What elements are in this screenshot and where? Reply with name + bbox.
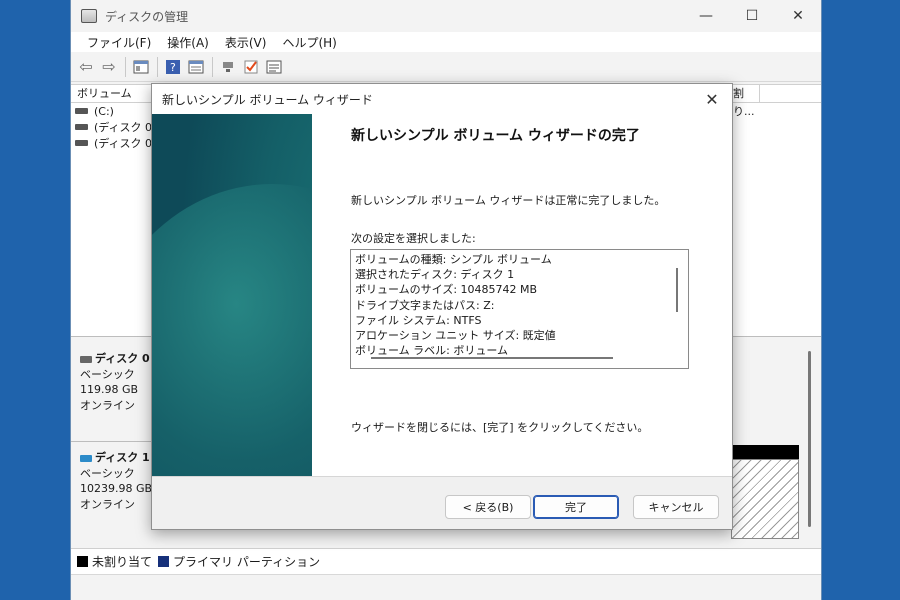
settings-line: ファイル システム: NTFS	[355, 313, 482, 327]
back-arrow-icon[interactable]: ⇦	[75, 56, 97, 78]
settings-line: アロケーション ユニット サイズ: 既定値	[355, 329, 556, 343]
drive-icon	[75, 124, 88, 130]
unallocated-swatch	[77, 556, 88, 567]
maximize-button[interactable]: ☐	[729, 0, 775, 32]
legend-primary: プライマリ パーティション	[173, 555, 321, 569]
dialog-title: 新しいシンプル ボリューム ウィザード	[162, 92, 373, 107]
settings-line: ドライブ文字またはパス: Z:	[355, 298, 495, 312]
wizard-content: 新しいシンプル ボリューム ウィザードの完了 新しいシンプル ボリューム ウィザ…	[313, 114, 732, 476]
legend-unallocated: 未割り当て	[92, 555, 153, 569]
dialog-title-bar: 新しいシンプル ボリューム ウィザード ✕	[152, 84, 732, 114]
settings-vertical-scrollbar[interactable]	[676, 268, 678, 312]
menu-bar: ファイル(F) 操作(A) 表示(V) ヘルプ(H)	[71, 32, 821, 52]
disk-management-icon	[81, 9, 97, 23]
svg-text:?: ?	[170, 61, 176, 74]
disk-1-label[interactable]: ディスク 1 ベーシック 10239.98 GB オンライン	[71, 441, 153, 547]
wizard-banner-image	[152, 114, 312, 476]
unallocated-partition-header	[731, 445, 799, 459]
disk-icon	[80, 454, 92, 462]
primary-partition-swatch	[158, 556, 170, 567]
disk-0-label[interactable]: ディスク 0 ベーシック 119.98 GB オンライン	[71, 343, 153, 437]
window-title: ディスクの管理	[105, 9, 189, 24]
new-simple-volume-wizard: 新しいシンプル ボリューム ウィザード ✕ 新しいシンプル ボリューム ウィザー…	[151, 83, 733, 530]
properties-icon[interactable]	[185, 56, 207, 78]
wizard-heading: 新しいシンプル ボリューム ウィザードの完了	[351, 128, 640, 144]
settings-horizontal-scrollbar[interactable]	[371, 357, 613, 359]
console-tree-icon[interactable]	[130, 56, 152, 78]
close-button[interactable]: ✕	[775, 0, 821, 32]
menu-action[interactable]: 操作(A)	[159, 34, 217, 51]
back-button[interactable]: < 戻る(B)	[445, 495, 531, 519]
forward-arrow-icon[interactable]: ⇨	[98, 56, 120, 78]
legend: 未割り当て プライマリ パーティション	[71, 548, 821, 574]
status-bar	[71, 574, 821, 600]
close-instruction: ウィザードを閉じるには、[完了] をクリックしてください。	[351, 421, 649, 434]
help-icon[interactable]: ?	[162, 56, 184, 78]
settings-line: ボリュームの種類: シンプル ボリューム	[355, 253, 552, 266]
drive-icon	[75, 140, 88, 146]
menu-help[interactable]: ヘルプ(H)	[274, 34, 344, 51]
disk-icon	[80, 355, 92, 363]
disk-area-scrollbar[interactable]	[808, 351, 811, 527]
title-bar: ディスクの管理 — ☐ ✕	[71, 0, 821, 32]
settings-label: 次の設定を選択しました:	[351, 232, 476, 245]
cancel-button[interactable]: キャンセル	[633, 495, 719, 519]
settings-summary-box[interactable]: ボリュームの種類: シンプル ボリューム 選択されたディスク: ディスク 1 ボ…	[350, 249, 689, 369]
menu-file[interactable]: ファイル(F)	[79, 34, 159, 51]
settings-line: ボリュームのサイズ: 10485742 MB	[355, 283, 538, 297]
completion-message: 新しいシンプル ボリューム ウィザードは正常に完了しました。	[351, 194, 666, 207]
dialog-close-button[interactable]: ✕	[692, 84, 732, 114]
list-icon[interactable]	[263, 56, 285, 78]
drive-icon	[75, 108, 88, 114]
connect-icon[interactable]	[217, 56, 239, 78]
unallocated-partition[interactable]	[731, 459, 799, 539]
dialog-footer: < 戻る(B) 完了 キャンセル	[152, 476, 732, 529]
finish-button[interactable]: 完了	[533, 495, 619, 519]
minimize-button[interactable]: —	[683, 0, 729, 32]
menu-view[interactable]: 表示(V)	[217, 34, 275, 51]
check-icon[interactable]	[240, 56, 262, 78]
settings-line: 選択されたディスク: ディスク 1	[355, 268, 515, 282]
toolbar: ⇦ ⇨ ?	[71, 52, 821, 82]
